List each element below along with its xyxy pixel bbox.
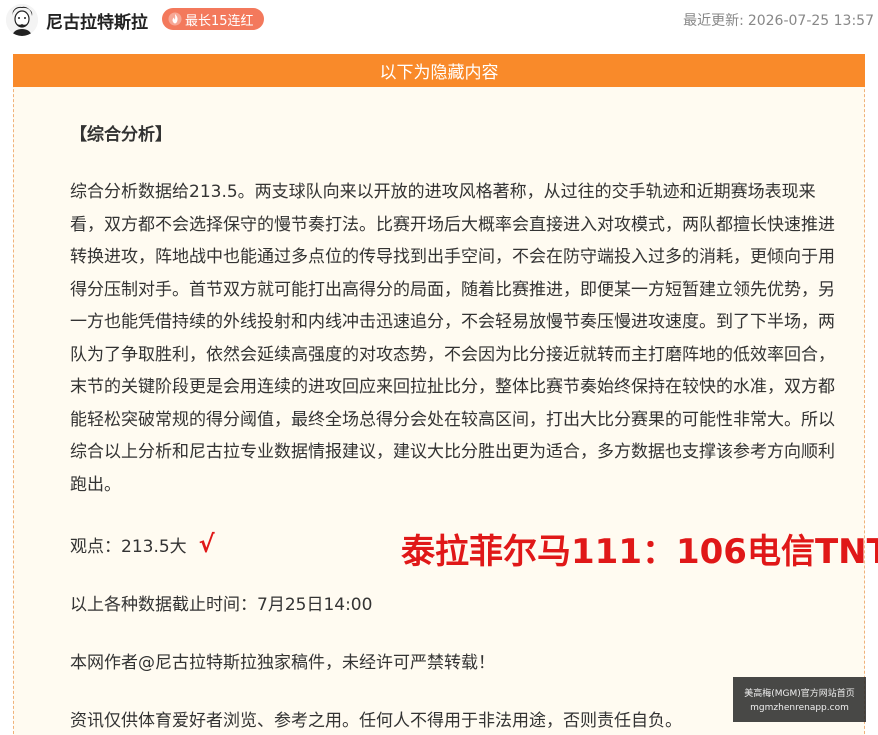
streak-badge-label: 最长15连红 — [185, 13, 254, 29]
last-updated-time: 2026-07-25 13:57 — [747, 13, 874, 29]
data-cutoff-time: 以上各种数据截止时间：7月25日14:00 — [70, 595, 373, 615]
watermark-line1: 美高梅(MGM)官方网站首页 — [744, 689, 855, 699]
article-body: 【综合分析】 综合分析数据给213.5。两支球队向来以开放的进攻风格著称，从过往… — [70, 120, 842, 495]
analysis-paragraph: 综合分析数据给213.5。两支球队向来以开放的进攻风格著称，从过往的交手轨迹和近… — [70, 182, 835, 495]
viewpoint-line: 观点：213.5大 √ — [70, 530, 215, 558]
copyright-notice: 本网作者@尼古拉特斯拉独家稿件，未经许可严禁转载！ — [70, 653, 495, 673]
last-updated: 最近更新: 2026-07-25 13:57 — [683, 10, 874, 30]
viewpoint-text: 观点：213.5大 — [70, 536, 187, 557]
hidden-content-bar: 以下为隐藏内容 — [13, 54, 865, 87]
site-watermark: 美高梅(MGM)官方网站首页 mgmzhenrenapp.com — [733, 677, 866, 722]
disclaimer-notice: 资讯仅供体育爱好者浏览、参考之用。任何人不得用于非法用途，否则责任自负。 — [70, 711, 682, 731]
section-title: 【综合分析】 — [70, 125, 172, 145]
article-header: 尼古拉特斯拉 最长15连红 最近更新: 2026-07-25 13:57 — [0, 0, 878, 40]
flame-icon — [168, 12, 182, 26]
author-name[interactable]: 尼古拉特斯拉 — [46, 8, 148, 33]
streak-badge: 最长15连红 — [162, 8, 264, 30]
avatar-portrait-icon — [6, 4, 38, 36]
watermark-line2: mgmzhenrenapp.com — [750, 703, 849, 713]
author-avatar[interactable] — [6, 4, 38, 36]
check-mark-icon: √ — [198, 530, 215, 558]
last-updated-label: 最近更新: — [683, 13, 744, 29]
match-result: 泰拉菲尔马111：106电信TNT — [401, 532, 878, 572]
